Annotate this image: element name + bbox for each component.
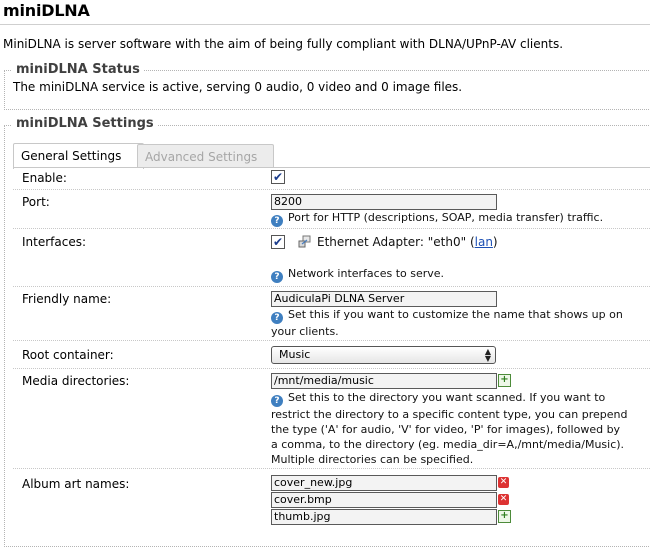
root-container-select[interactable]: Music ▲ ▼: [271, 346, 496, 364]
media-dirs-help-1: Set this to the directory you want scann…: [288, 391, 606, 404]
page-intro: MiniDLNA is server software with the aim…: [3, 37, 564, 51]
row-media-directories: Media directories: /mnt/media/music + ? S…: [13, 368, 650, 469]
media-dirs-help-5: Multiple directories can be specified.: [271, 453, 474, 466]
row-port: Port: 8200 ? Port for HTTP (descriptions,…: [13, 189, 650, 229]
interface-adapter-text: Ethernet Adapter: "eth0" (: [317, 235, 475, 249]
root-container-value: Music: [279, 348, 311, 361]
enable-checkbox[interactable]: ✔: [271, 170, 285, 184]
friendly-name-help-1: Set this if you want to customize the na…: [288, 308, 623, 321]
help-icon: ?: [271, 395, 283, 407]
media-dirs-help-3: the type ('A' for audio, 'V' for video, …: [271, 423, 621, 436]
interfaces-label: Interfaces:: [22, 235, 87, 249]
remove-icon[interactable]: ✕: [498, 477, 509, 488]
page-title: miniDLNA: [3, 1, 90, 20]
friendly-name-input[interactable]: AudiculaPi DLNA Server: [271, 291, 497, 307]
settings-legend: miniDLNA Settings: [12, 116, 158, 131]
interfaces-help: Network interfaces to serve.: [288, 267, 445, 280]
root-container-label: Root container:: [22, 348, 114, 362]
select-arrows-icon: ▲ ▼: [484, 347, 492, 363]
port-help: Port for HTTP (descriptions, SOAP, media…: [288, 211, 604, 224]
row-root-container: Root container: Music ▲ ▼: [13, 340, 650, 369]
row-album-art: Album art names: cover_new.jpg ✕ cover.b…: [13, 468, 650, 525]
network-adapter-icon: [298, 235, 311, 248]
enable-label: Enable:: [22, 171, 67, 185]
help-icon: ?: [271, 312, 283, 324]
status-text: The miniDLNA service is active, serving …: [13, 80, 463, 94]
album-art-input[interactable]: cover_new.jpg: [271, 475, 497, 491]
remove-icon[interactable]: ✕: [498, 494, 509, 505]
tab-advanced-settings[interactable]: Advanced Settings: [137, 144, 274, 168]
title-divider: [0, 24, 650, 25]
interface-adapter-close: ): [492, 235, 498, 249]
media-dirs-help-4: a comma, to the directory (eg. media_dir…: [271, 438, 625, 451]
port-label: Port:: [22, 195, 50, 209]
media-dirs-label: Media directories:: [22, 374, 130, 388]
album-art-label: Album art names:: [22, 477, 130, 491]
friendly-name-label: Friendly name:: [22, 292, 112, 306]
add-icon[interactable]: +: [498, 374, 511, 387]
status-legend: miniDLNA Status: [12, 62, 144, 77]
port-input[interactable]: 8200: [271, 194, 497, 210]
media-dirs-help-2: restrict the directory to a specific con…: [271, 408, 628, 421]
tab-general-settings[interactable]: General Settings: [13, 143, 144, 169]
row-enable: Enable: ✔: [13, 167, 650, 190]
media-dir-input[interactable]: /mnt/media/music: [271, 373, 497, 389]
interface-lan-link[interactable]: lan: [475, 235, 493, 249]
help-icon: ?: [271, 215, 283, 227]
help-icon: ?: [271, 271, 283, 283]
album-art-input[interactable]: thumb.jpg: [271, 509, 497, 525]
interface-eth0-checkbox[interactable]: ✔: [271, 235, 285, 249]
friendly-name-help-2: your clients.: [271, 325, 339, 338]
album-art-input[interactable]: cover.bmp: [271, 492, 497, 508]
add-icon[interactable]: +: [498, 510, 511, 523]
row-friendly-name: Friendly name: AudiculaPi DLNA Server ? S…: [13, 286, 650, 341]
row-interfaces: Interfaces: ✔ Ethernet Adapter: "eth0" (…: [13, 228, 650, 287]
